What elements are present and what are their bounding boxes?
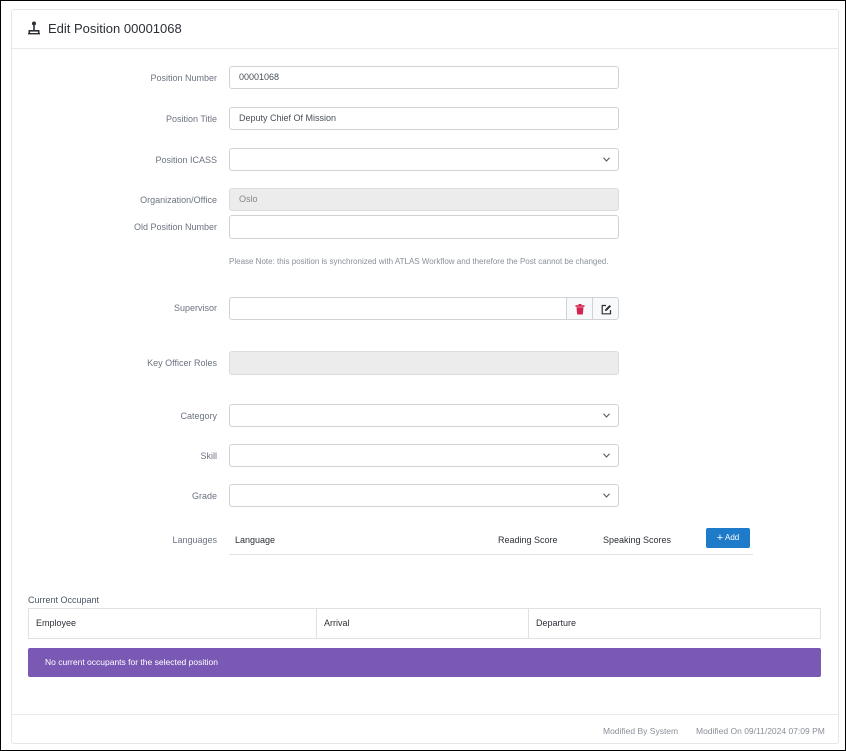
grade-select[interactable]: [229, 484, 619, 507]
supervisor-label: Supervisor: [173, 303, 217, 313]
skill-label: Skill: [200, 451, 217, 461]
chevron-down-icon: [603, 413, 610, 418]
speaking-scores-column-header: Speaking Scores: [603, 535, 672, 545]
modified-on-text: Modified On 09/11/2024 07:09 PM: [696, 726, 825, 736]
chevron-down-icon: [603, 493, 610, 498]
page-title: Edit Position 00001068: [48, 21, 182, 36]
occupant-table: Employee Arrival Departure: [28, 608, 821, 639]
window-frame: Edit Position 00001068 Position Number 0…: [0, 0, 846, 751]
position-title-input[interactable]: Deputy Chief Of Mission: [229, 107, 619, 130]
arrival-column-header: Arrival: [317, 609, 529, 638]
chevron-down-icon: [603, 157, 610, 162]
key-officer-roles-label: Key Officer Roles: [147, 358, 217, 368]
person-hierarchy-icon: [28, 21, 40, 35]
position-number-label: Position Number: [150, 73, 217, 83]
supervisor-delete-button[interactable]: [566, 297, 593, 320]
modified-by-text: Modified By System: [603, 726, 679, 736]
supervisor-edit-button[interactable]: [592, 297, 619, 320]
reading-score-column-header: Reading Score: [498, 535, 558, 545]
chevron-down-icon: [603, 453, 610, 458]
old-position-number-input[interactable]: [229, 215, 619, 239]
empty-occupants-message: No current occupants for the selected po…: [28, 648, 821, 677]
category-label: Category: [180, 411, 217, 421]
edit-position-panel: Edit Position 00001068 Position Number 0…: [11, 9, 839, 744]
edit-icon: [601, 304, 612, 315]
trash-icon: [575, 304, 585, 315]
category-select[interactable]: [229, 404, 619, 427]
position-title-label: Position Title: [165, 114, 217, 124]
skill-select[interactable]: [229, 444, 619, 467]
add-language-label: Add: [724, 533, 740, 542]
old-position-number-label: Old Position Number: [133, 222, 217, 232]
position-icass-label: Position ICASS: [155, 155, 217, 165]
employee-column-header: Employee: [29, 609, 317, 638]
departure-column-header: Departure: [536, 618, 577, 628]
organization-office-label: Organization/Office: [140, 195, 217, 205]
supervisor-input[interactable]: [229, 297, 567, 320]
grade-label: Grade: [191, 491, 217, 501]
add-language-button[interactable]: + Add: [706, 528, 750, 548]
language-column-header: Language: [235, 535, 276, 545]
sync-note: Please Note: this position is synchroniz…: [229, 257, 609, 266]
plus-icon: +: [716, 532, 724, 544]
position-number-input[interactable]: 00001068: [229, 66, 619, 89]
languages-label: Languages: [172, 535, 217, 545]
languages-table: Language Reading Score Speaking Scores: [229, 528, 753, 555]
position-icass-select[interactable]: [229, 148, 619, 171]
organization-office-input: Oslo: [229, 188, 619, 211]
panel-header: Edit Position 00001068: [12, 10, 838, 49]
panel-footer: Modified By System Modified On 09/11/202…: [12, 714, 838, 744]
current-occupant-label: Current Occupant: [28, 595, 100, 605]
key-officer-roles-input: [229, 351, 619, 375]
